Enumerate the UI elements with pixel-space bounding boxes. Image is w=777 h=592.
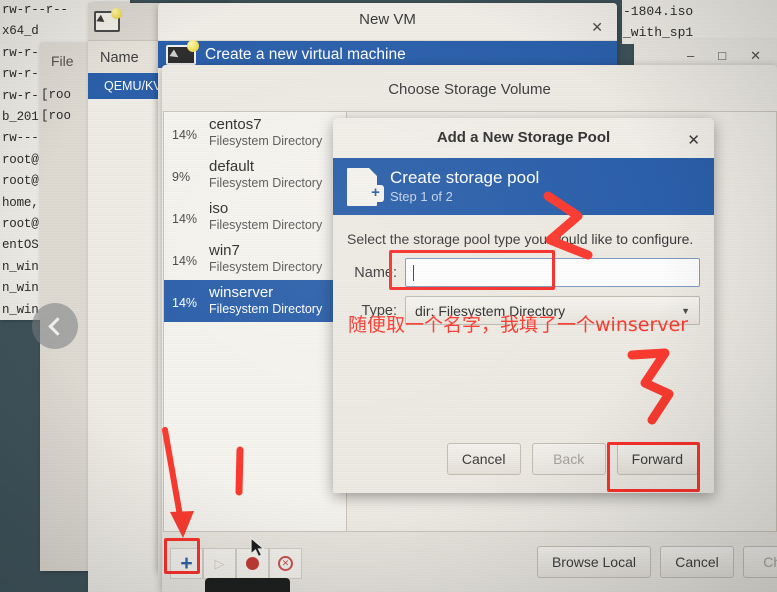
pool-usage-percent: 9%: [172, 170, 191, 184]
storage-pool-item-winserver[interactable]: 14% winserver Filesystem Directory: [164, 280, 346, 322]
name-label: Name:: [354, 264, 397, 281]
choose-storage-volume-titlebar: Choose Storage Volume: [162, 65, 777, 111]
storage-pool-item-iso[interactable]: 14% iso Filesystem Directory: [164, 196, 346, 238]
minimize-icon[interactable]: –: [687, 48, 694, 63]
type-field-row: Type: dir: Filesystem Directory ▼: [347, 296, 700, 325]
forward-button[interactable]: Forward: [616, 443, 698, 475]
type-select-value: dir: Filesystem Directory: [415, 302, 566, 319]
add-storage-pool-form: Select the storage pool type you would l…: [333, 215, 714, 325]
pool-type: Filesystem Directory: [209, 302, 323, 316]
pool-type: Filesystem Directory: [209, 218, 323, 232]
storage-pool-item-win7[interactable]: 14% win7 Filesystem Directory: [164, 238, 346, 280]
pool-usage-percent: 14%: [172, 212, 198, 226]
add-storage-pool-dialog: Add a New Storage Pool ✕ Create storage …: [333, 118, 714, 493]
cancel-button[interactable]: Cancel: [660, 546, 734, 578]
choose-storage-volume-title: Choose Storage Volume: [388, 81, 551, 98]
storage-pool-item-centos7[interactable]: 14% centos7 Filesystem Directory: [164, 112, 346, 154]
chevron-left-icon: [48, 316, 67, 336]
text-caret: [413, 264, 414, 281]
maximize-icon[interactable]: □: [718, 48, 726, 63]
type-select[interactable]: dir: Filesystem Directory ▼: [405, 296, 700, 325]
pool-type: Filesystem Directory: [209, 260, 323, 274]
new-vm-title: New VM: [359, 11, 416, 28]
storage-pool-list[interactable]: 14% centos7 Filesystem Directory 9% defa…: [163, 111, 346, 532]
cancel-button[interactable]: Cancel: [446, 443, 521, 475]
pool-usage-percent: 14%: [172, 296, 198, 310]
pool-usage-percent: 14%: [172, 254, 198, 268]
new-document-plus-icon: [347, 167, 384, 206]
form-description: Select the storage pool type you would l…: [347, 231, 694, 247]
chevron-down-icon: ▼: [681, 305, 690, 316]
mouse-cursor: [250, 537, 266, 558]
iso-filename-line: -1804.iso: [623, 4, 694, 19]
close-icon[interactable]: ✕: [591, 20, 603, 34]
choose-volume-button[interactable]: Choo: [743, 546, 777, 578]
pool-name: win7: [209, 242, 240, 259]
add-storage-pool-banner: Create storage pool Step 1 of 2: [333, 158, 714, 215]
pool-name: winserver: [209, 284, 274, 301]
pool-name: default: [209, 158, 255, 175]
back-button[interactable]: Back: [531, 443, 606, 475]
new-vm-banner: Create a new virtual machine: [158, 39, 617, 68]
add-storage-pool-footer: Cancel Back Forward: [333, 425, 714, 493]
new-vm-titlebar: New VM ✕: [158, 3, 617, 41]
taskbar-nub: [205, 578, 290, 592]
pool-usage-percent: 14%: [172, 128, 198, 142]
pool-type: Filesystem Directory: [209, 134, 323, 148]
monitor-icon: [94, 8, 122, 32]
nav-back-button[interactable]: [32, 303, 78, 349]
new-vm-banner-title: Create a new virtual machine: [205, 45, 406, 63]
pool-name: centos7: [209, 116, 262, 133]
banner-title: Create storage pool: [390, 168, 540, 187]
vm-monitor-icon: [166, 39, 199, 65]
iso-filename-window: -1804.iso _with_sp1: [622, 0, 777, 44]
close-icon[interactable]: ✕: [750, 48, 761, 64]
name-field-row: Name:: [347, 258, 700, 287]
name-input[interactable]: [405, 258, 700, 287]
add-storage-pool-titlebar: Add a New Storage Pool ✕: [333, 118, 714, 158]
close-icon[interactable]: ✕: [687, 131, 700, 149]
add-storage-pool-title: Add a New Storage Pool: [436, 129, 611, 146]
pool-type: Filesystem Directory: [209, 176, 323, 190]
banner-step: Step 1 of 2: [390, 189, 453, 204]
pool-name: iso: [209, 200, 229, 217]
type-label: Type:: [361, 302, 397, 319]
browse-local-button[interactable]: Browse Local: [536, 546, 651, 578]
storage-pool-item-default[interactable]: 9% default Filesystem Directory: [164, 154, 346, 196]
